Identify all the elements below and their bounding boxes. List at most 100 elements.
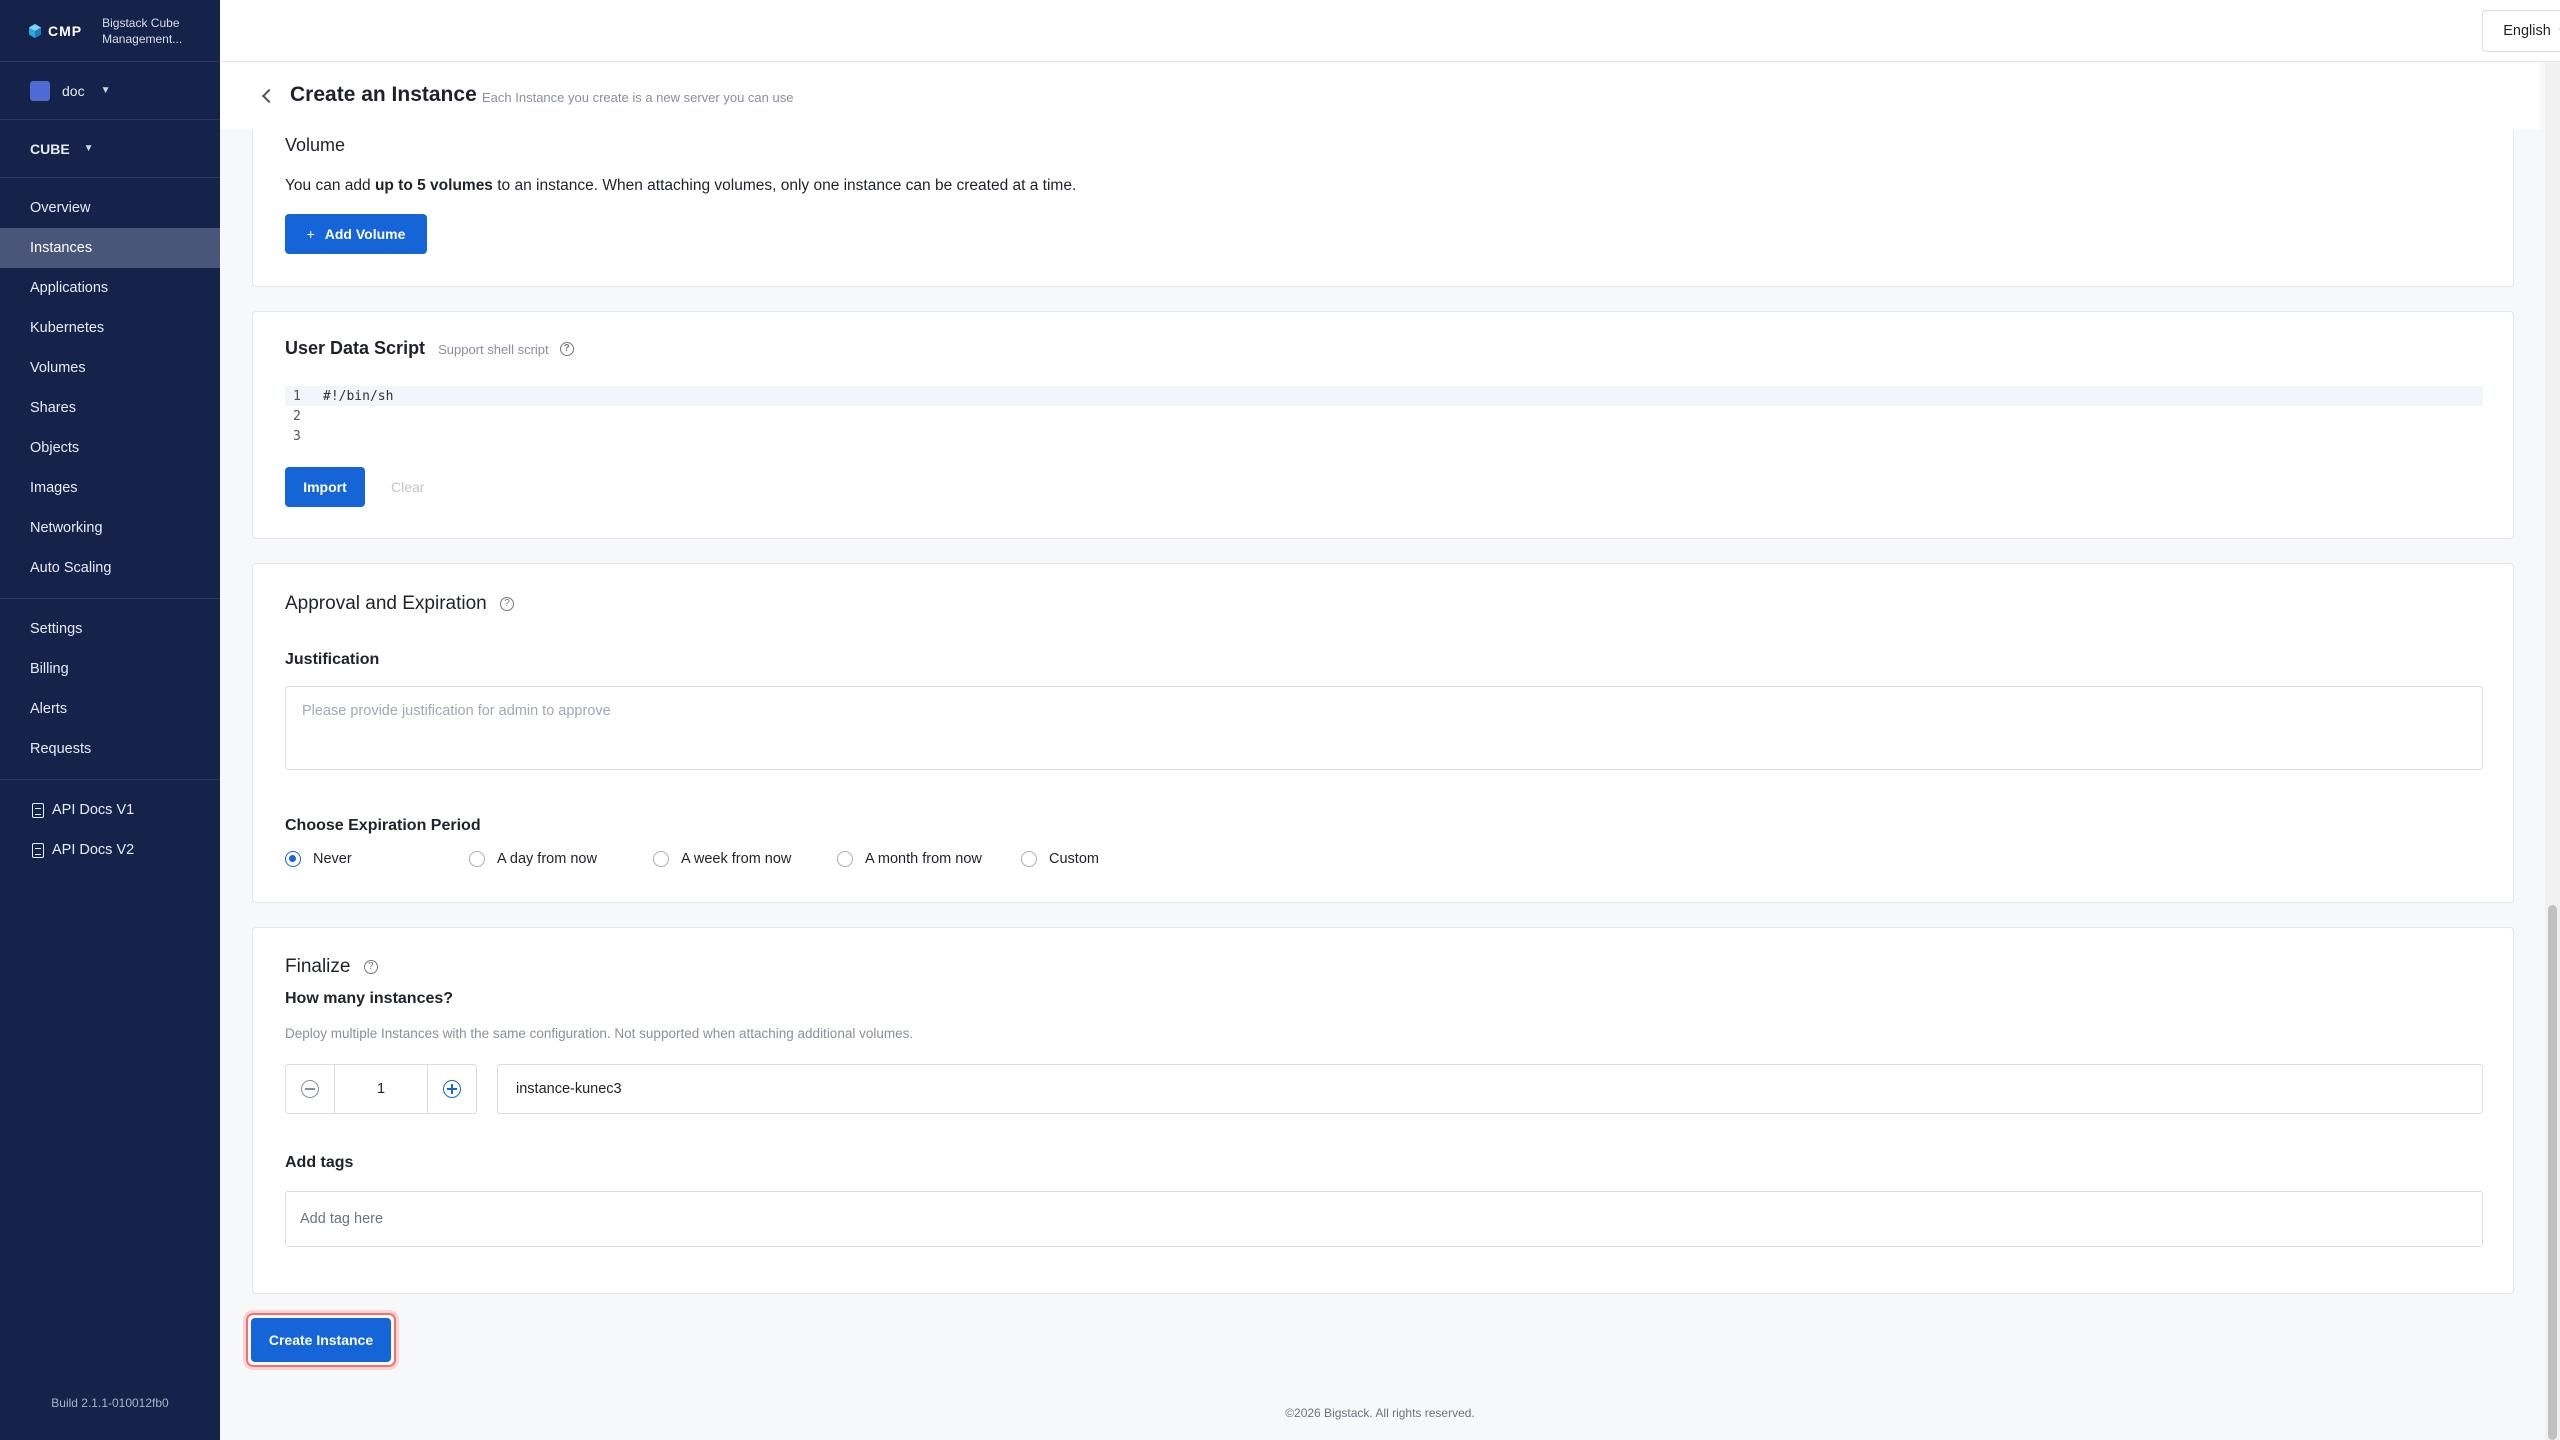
sidebar-item-api-docs-v1[interactable]: API Docs V1 bbox=[0, 790, 220, 830]
sidebar-item-objects[interactable]: Objects bbox=[0, 428, 220, 468]
language-selector[interactable]: English bbox=[2482, 10, 2560, 52]
sidebar-item-volumes[interactable]: Volumes bbox=[0, 348, 220, 388]
product-selector[interactable]: CUBE ▼ bbox=[0, 120, 220, 178]
sidebar-item-api-docs-v2[interactable]: API Docs V2 bbox=[0, 830, 220, 870]
user-data-title: User Data Script Support shell script ? bbox=[285, 338, 574, 359]
volume-card: Volume You can add up to 5 volumes to an… bbox=[252, 113, 2514, 287]
sidebar-item-overview[interactable]: Overview bbox=[0, 188, 220, 228]
radio-label: A month from now bbox=[865, 851, 982, 867]
user-data-hint: Support shell script bbox=[438, 342, 549, 357]
radio-label: Never bbox=[313, 851, 352, 867]
code-text: #!/bin/sh bbox=[323, 388, 394, 404]
volume-title: Volume bbox=[285, 135, 346, 155]
instance-name-input[interactable]: instance-kunec3 bbox=[497, 1064, 2483, 1114]
plus-circle-icon bbox=[443, 1080, 461, 1098]
volume-text: You can add bbox=[285, 177, 375, 194]
sidebar-item-label: API Docs V2 bbox=[52, 842, 135, 858]
page-subtitle: Each Instance you create is a new server… bbox=[482, 90, 794, 105]
document-icon bbox=[32, 802, 44, 818]
increment-button[interactable] bbox=[428, 1065, 476, 1113]
help-icon[interactable]: ? bbox=[500, 596, 515, 611]
page-title: Create an Instance bbox=[290, 83, 477, 106]
topbar: English D bbox=[220, 0, 2560, 62]
project-selector[interactable]: doc ▼ bbox=[0, 62, 220, 120]
build-version: Build 2.1.1-010012fb0 bbox=[51, 1396, 169, 1410]
count-hint: Deploy multiple Instances with the same … bbox=[285, 1026, 914, 1041]
project-icon bbox=[30, 80, 50, 101]
brand-logo: CMP bbox=[28, 23, 82, 39]
sidebar-item-kubernetes[interactable]: Kubernetes bbox=[0, 308, 220, 348]
volume-limit: up to 5 volumes bbox=[374, 177, 493, 194]
scrollbar-thumb[interactable] bbox=[2548, 905, 2557, 1440]
code-line: 3 bbox=[285, 426, 2483, 446]
brand-logo-text: CMP bbox=[48, 22, 83, 39]
brand[interactable]: CMP Bigstack Cube Management... bbox=[0, 0, 220, 62]
footer: ©2026 Bigstack. All rights reserved. bbox=[1285, 1406, 1475, 1420]
plus-icon: + bbox=[306, 226, 315, 242]
page-header: Create an Instance Each Instance you cre… bbox=[220, 63, 2540, 129]
script-editor[interactable]: 1 #!/bin/sh 2 3 bbox=[285, 386, 2483, 446]
sidebar-item-networking[interactable]: Networking bbox=[0, 508, 220, 548]
sidebar-item-instances[interactable]: Instances bbox=[0, 228, 220, 268]
sidebar-item-label: API Docs V1 bbox=[52, 802, 135, 818]
document-icon bbox=[32, 842, 44, 858]
language-label: English bbox=[2503, 23, 2551, 39]
radio-icon bbox=[1021, 851, 1037, 867]
nav-group-account: Settings Billing Alerts Requests bbox=[0, 599, 220, 780]
sidebar-item-shares[interactable]: Shares bbox=[0, 388, 220, 428]
radio-label: Custom bbox=[1049, 851, 1099, 867]
approval-title: Approval and Expiration ? bbox=[285, 593, 515, 615]
justification-textarea[interactable]: Please provide justification for admin t… bbox=[285, 686, 2483, 770]
radio-day[interactable]: A day from now bbox=[469, 851, 653, 867]
approval-card: Approval and Expiration ? Justification … bbox=[252, 563, 2514, 903]
volume-description: You can add up to 5 volumes to an instan… bbox=[285, 177, 1076, 195]
radio-label: A week from now bbox=[681, 851, 792, 867]
clear-button[interactable]: Clear bbox=[391, 479, 424, 495]
caret-down-icon: ▼ bbox=[83, 143, 94, 154]
radio-icon bbox=[837, 851, 853, 867]
cube-logo-icon bbox=[28, 23, 42, 38]
sidebar-item-applications[interactable]: Applications bbox=[0, 268, 220, 308]
sidebar-item-alerts[interactable]: Alerts bbox=[0, 689, 220, 729]
finalize-title-text: Finalize bbox=[285, 956, 351, 977]
back-arrow-icon[interactable] bbox=[261, 88, 277, 104]
radio-label: A day from now bbox=[497, 851, 597, 867]
line-number: 1 bbox=[293, 388, 301, 404]
tags-input[interactable]: Add tag here bbox=[285, 1191, 2483, 1247]
radio-icon bbox=[653, 851, 669, 867]
help-icon[interactable]: ? bbox=[559, 342, 574, 357]
help-icon[interactable]: ? bbox=[363, 959, 378, 974]
radio-week[interactable]: A week from now bbox=[653, 851, 837, 867]
decrement-button[interactable] bbox=[286, 1065, 334, 1113]
import-button[interactable]: Import bbox=[285, 467, 365, 507]
add-volume-button[interactable]: + Add Volume bbox=[285, 214, 427, 254]
tags-label: Add tags bbox=[285, 1154, 354, 1171]
approval-title-text: Approval and Expiration bbox=[285, 593, 487, 614]
sidebar-item-images[interactable]: Images bbox=[0, 468, 220, 508]
sidebar-item-requests[interactable]: Requests bbox=[0, 729, 220, 769]
line-number: 3 bbox=[293, 428, 301, 444]
radio-icon bbox=[469, 851, 485, 867]
code-line: 1 #!/bin/sh bbox=[285, 386, 2483, 406]
count-label: How many instances? bbox=[285, 990, 454, 1007]
radio-selected-icon bbox=[285, 851, 301, 867]
main-content: Create an Instance Each Instance you cre… bbox=[220, 63, 2540, 1440]
sidebar-item-auto-scaling[interactable]: Auto Scaling bbox=[0, 548, 220, 588]
product-name: CUBE bbox=[30, 140, 70, 157]
sidebar-item-settings[interactable]: Settings bbox=[0, 609, 220, 649]
line-number: 2 bbox=[293, 408, 301, 424]
minus-circle-icon bbox=[301, 1080, 319, 1098]
quantity-value[interactable]: 1 bbox=[334, 1065, 428, 1113]
expiration-radio-group: Never A day from now A week from now A m… bbox=[285, 851, 1205, 867]
sidebar-item-billing[interactable]: Billing bbox=[0, 649, 220, 689]
create-button-highlight: Create Instance bbox=[246, 1313, 396, 1367]
finalize-title: Finalize ? bbox=[285, 956, 378, 978]
radio-custom[interactable]: Custom bbox=[1021, 851, 1205, 867]
create-instance-button[interactable]: Create Instance bbox=[251, 1318, 391, 1362]
sidebar: CMP Bigstack Cube Management... doc ▼ CU… bbox=[0, 0, 220, 1440]
brand-name: Bigstack Cube Management... bbox=[102, 15, 183, 46]
radio-never[interactable]: Never bbox=[285, 851, 469, 867]
finalize-card: Finalize ? How many instances? Deploy mu… bbox=[252, 927, 2514, 1294]
user-data-card: User Data Script Support shell script ? … bbox=[252, 311, 2514, 539]
radio-month[interactable]: A month from now bbox=[837, 851, 1021, 867]
